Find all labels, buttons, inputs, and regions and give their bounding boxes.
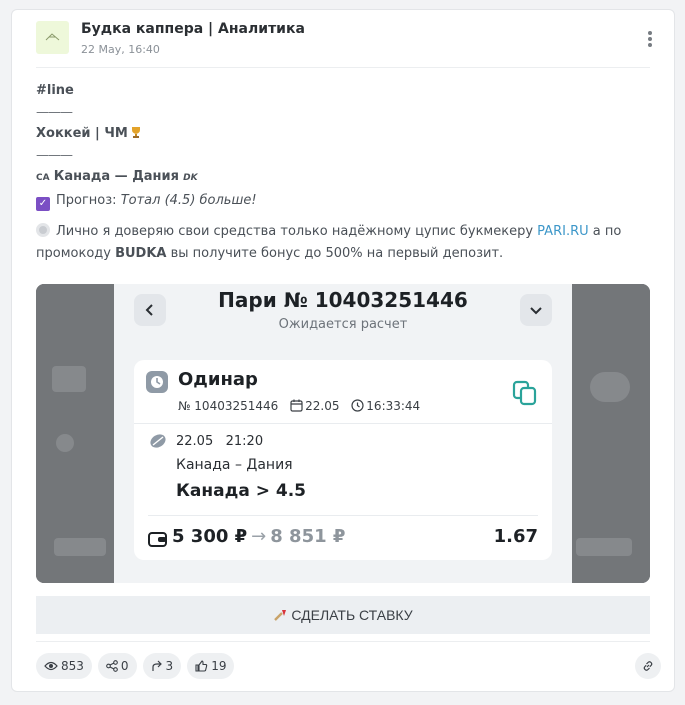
channel-logo-icon: [45, 33, 60, 41]
checkbox-icon: ✓: [36, 196, 50, 211]
bet-number: № 10403251446: [178, 399, 279, 413]
coefficient: 1.67: [493, 526, 538, 547]
clock-icon: [146, 371, 168, 393]
thumbs-up-icon: [195, 660, 208, 672]
bet-screenshot[interactable]: Пари № 10403251446 Ожидается расчет Один…: [36, 284, 650, 583]
post-date: 22 May, 16:40: [81, 43, 160, 56]
copy-icon[interactable]: [512, 380, 538, 406]
link-icon: [643, 661, 653, 671]
event-pick: Канада > 4.5: [176, 481, 306, 501]
post-header: Будка каппера | Аналитика 22 May, 16:40: [36, 21, 662, 69]
hockey-puck-icon: [150, 434, 166, 448]
flag-ca: CA: [36, 173, 50, 183]
forwards-count[interactable]: 3: [142, 653, 182, 679]
event-datetime: 22.05 21:20: [176, 434, 264, 449]
forecast-label: Прогноз:: [56, 192, 117, 208]
place-bet-button[interactable]: СДЕЛАТЬ СТАВКУ: [36, 596, 650, 634]
bet-detail-panel: Пари № 10403251446 Ожидается расчет Один…: [114, 284, 572, 583]
footer-divider: [36, 641, 650, 642]
promo-code: BUDKA: [115, 245, 167, 261]
views-count[interactable]: 853: [36, 653, 92, 679]
bet-title: Пари № 10403251446: [218, 288, 468, 312]
trophy-icon: [131, 127, 140, 138]
league-label: Хоккей | ЧМ: [36, 126, 128, 141]
post-card: Будка каппера | Аналитика 22 May, 16:40 …: [11, 9, 675, 692]
post-stats: 853 0 3 19: [36, 653, 235, 679]
bet-status: Ожидается расчет: [278, 317, 408, 332]
likes-count[interactable]: 19: [187, 653, 235, 679]
coupon-divider-bottom: [148, 515, 538, 516]
place-bet-label: СДЕЛАТЬ СТАВКУ: [291, 607, 413, 623]
shares-count[interactable]: 0: [97, 653, 137, 679]
separator: ———: [36, 147, 73, 163]
disc-icon: [36, 223, 50, 237]
promo-text-3: вы получите бонус до 500% на первый депо…: [170, 245, 504, 261]
bet-meta: № 10403251446 22.05 16:33:44: [178, 399, 420, 413]
avatar[interactable]: [36, 21, 69, 54]
forecast-value: Тотал (4.5) больше!: [120, 192, 257, 208]
share-icon: [106, 660, 118, 672]
wallet-icon: [148, 532, 167, 547]
promo-link[interactable]: PARI.RU: [537, 224, 588, 239]
match-title: Канада — Дания: [53, 169, 179, 184]
channel-name[interactable]: Будка каппера | Аналитика: [81, 21, 305, 37]
header-divider: [36, 67, 650, 68]
post-text: #line ——— Хоккей | ЧМ ——— CA Канада — Да…: [36, 80, 646, 264]
coupon-divider: [134, 423, 552, 424]
bet-type: Одинар: [178, 369, 258, 390]
copy-link-button[interactable]: [635, 653, 661, 679]
stake-amount: 5 300 ₽ → 8 851 ₽: [172, 526, 346, 547]
flag-dk: DK: [183, 173, 198, 183]
event-teams: Канада – Дания: [176, 457, 293, 473]
calendar-icon: [290, 399, 303, 412]
bet-time: 16:33:44: [366, 399, 421, 413]
forward-icon: [151, 660, 162, 671]
clock-small-icon: [351, 399, 364, 412]
bet-coupon: Одинар № 10403251446 22.05 16:33:44 22.0…: [134, 360, 552, 560]
eye-icon: [44, 661, 58, 671]
bet-date: 22.05: [305, 399, 340, 413]
promo-text-1: Лично я доверяю свои средства только над…: [56, 224, 534, 239]
pin-icon: [274, 610, 287, 621]
post-tag[interactable]: #line: [36, 80, 646, 102]
separator: ———: [36, 104, 73, 120]
blurred-background-left: [36, 284, 114, 583]
more-vert-icon[interactable]: [648, 31, 652, 49]
blurred-background-right: [572, 284, 650, 583]
